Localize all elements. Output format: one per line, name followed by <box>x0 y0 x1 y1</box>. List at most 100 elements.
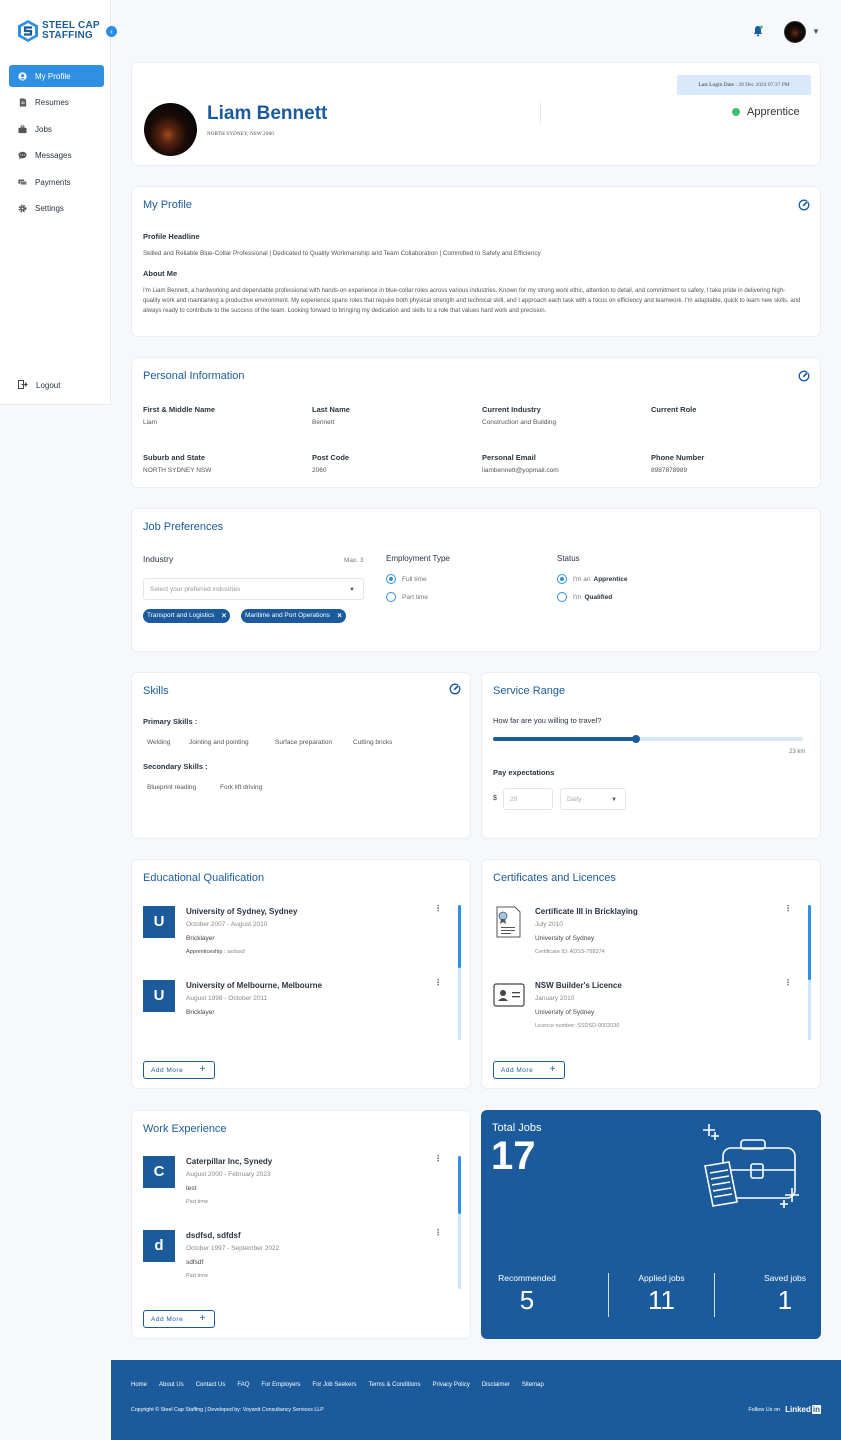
last-login-label: Last Login Date : <box>698 82 737 88</box>
suburb-state-label: Suburb and State <box>143 453 206 462</box>
edit-icon[interactable] <box>449 683 461 695</box>
current-role-label: Current Role <box>651 405 697 414</box>
collapse-sidebar-button[interactable]: ‹ <box>106 26 117 37</box>
company-initial-badge: d <box>143 1230 175 1262</box>
user-avatar-menu[interactable] <box>784 21 806 43</box>
radio-unchecked-icon <box>386 592 396 602</box>
footer-link-about[interactable]: About Us <box>159 1382 184 1388</box>
footer-link-disclaimer[interactable]: Disclaimer <box>482 1382 510 1388</box>
money-icon <box>18 178 27 187</box>
more-options-icon[interactable]: ⋮ <box>784 978 792 987</box>
scrollbar[interactable] <box>458 905 461 1040</box>
current-industry-label: Current Industry <box>482 405 541 414</box>
scrollbar-thumb[interactable] <box>808 905 811 980</box>
footer-link-job-seekers[interactable]: For Job Seekers <box>312 1382 356 1388</box>
add-education-button[interactable]: Add More + <box>143 1061 215 1079</box>
travel-distance-slider[interactable] <box>493 735 803 743</box>
sidebar-item-my-profile[interactable]: My Profile <box>9 65 104 87</box>
sidebar-item-label: Payments <box>35 177 71 187</box>
slider-handle[interactable] <box>631 735 640 743</box>
remove-chip-icon[interactable]: × <box>337 609 342 623</box>
sidebar-item-label: Settings <box>35 204 64 214</box>
scrollbar-thumb[interactable] <box>458 905 461 968</box>
edit-icon[interactable] <box>798 370 810 382</box>
linkedin-wordmark: Linked <box>785 1405 811 1414</box>
logout-label: Logout <box>36 381 61 390</box>
employment-part-time-radio[interactable]: Part time <box>386 592 428 602</box>
work-company: dsdfsd, sdfdsf <box>186 1231 241 1240</box>
brand-logo[interactable]: STEEL CAP STAFFING <box>17 19 100 43</box>
status-qualified-radio[interactable]: I'm Qualified <box>557 592 612 602</box>
travel-distance-label: How far are you willing to travel? <box>493 716 602 725</box>
more-options-icon[interactable]: ⋮ <box>434 1228 442 1237</box>
secondary-skills-label: Secondary Skills : <box>143 762 208 771</box>
phone-number-value: 8987878989 <box>651 467 688 474</box>
recommended-stat[interactable]: Recommended 5 <box>492 1273 562 1316</box>
education-card: Educational Qualification U University o… <box>131 859 471 1089</box>
job-preferences-title: Job Preferences <box>143 521 224 533</box>
logout-button[interactable]: Logout <box>18 380 60 391</box>
sidebar-item-jobs[interactable]: Jobs <box>9 118 104 140</box>
applied-jobs-stat[interactable]: Applied jobs 11 <box>629 1273 694 1316</box>
chevron-down-icon[interactable]: ▼ <box>812 27 820 36</box>
sidebar-item-messages[interactable]: Messages <box>9 145 104 167</box>
industry-label: Industry <box>143 554 174 564</box>
sidebar-item-settings[interactable]: Settings <box>9 198 104 220</box>
footer-link-home[interactable]: Home <box>131 1382 147 1388</box>
logout-icon <box>18 380 28 391</box>
linkedin-badge: in <box>811 1405 821 1414</box>
more-options-icon[interactable]: ⋮ <box>784 904 792 913</box>
sidebar: STEEL CAP STAFFING ‹ My Profile Resumes … <box>0 0 117 405</box>
add-work-experience-button[interactable]: Add More + <box>143 1310 215 1328</box>
sidebar-item-resumes[interactable]: Resumes <box>9 92 104 114</box>
scrollbar[interactable] <box>458 1156 461 1289</box>
travel-distance-value: 23 km <box>789 749 806 755</box>
sidebar-item-payments[interactable]: Payments <box>9 171 104 193</box>
work-type: Part time <box>186 1273 209 1279</box>
follow-us-label: Follow Us on <box>748 1406 781 1413</box>
current-industry-value: Construction and Building <box>482 419 557 426</box>
post-code-label: Post Code <box>312 453 350 462</box>
add-more-label: Add More <box>151 1067 184 1074</box>
certificate-icon <box>496 906 521 938</box>
radio-label-prefix: I'm <box>573 593 582 601</box>
more-options-icon[interactable]: ⋮ <box>434 904 442 913</box>
notification-bell-icon[interactable] <box>752 25 764 37</box>
saved-jobs-count: 1 <box>777 1285 793 1315</box>
scrollbar[interactable] <box>808 905 811 1040</box>
work-role: test <box>186 1185 197 1192</box>
footer-link-sitemap[interactable]: Sitemap <box>522 1382 544 1388</box>
footer-link-employers[interactable]: For Employers <box>261 1382 300 1388</box>
education-extra-value: asdasd <box>226 949 245 955</box>
personal-email-value: liambennett@yopmail.com <box>482 467 559 474</box>
remove-chip-icon[interactable]: × <box>222 609 227 623</box>
more-options-icon[interactable]: ⋮ <box>434 978 442 987</box>
service-range-card: Service Range How far are you willing to… <box>481 672 821 839</box>
pay-amount-value: 20 <box>510 796 518 803</box>
footer-link-privacy[interactable]: Privacy Policy <box>432 1382 469 1388</box>
saved-jobs-stat[interactable]: Saved jobs 1 <box>756 1273 814 1316</box>
last-login-badge: Last Login Date : 28 Dec 2024 07:37 PM <box>677 75 811 95</box>
employment-full-time-radio[interactable]: Full time <box>386 574 427 584</box>
add-more-label: Add More <box>501 1067 534 1074</box>
pay-period-select[interactable]: Daily ▼ <box>560 788 626 810</box>
footer-link-faq[interactable]: FAQ <box>237 1382 249 1388</box>
work-experience-card: Work Experience C Caterpillar Inc, Syned… <box>131 1110 471 1339</box>
industry-max-hint: Max. 3 <box>344 557 364 564</box>
more-options-icon[interactable]: ⋮ <box>434 1154 442 1163</box>
personal-info-title: Personal Information <box>143 370 245 382</box>
certificates-card: Certificates and Licences Certificate II… <box>481 859 821 1089</box>
profile-avatar[interactable] <box>144 103 197 156</box>
pay-amount-input[interactable]: 20 <box>503 788 553 810</box>
linkedin-icon[interactable]: Linked in <box>785 1405 821 1414</box>
edit-icon[interactable] <box>798 199 810 211</box>
footer-link-terms[interactable]: Terms & Conditions <box>368 1382 420 1388</box>
footer-link-contact[interactable]: Contact Us <box>196 1382 226 1388</box>
scrollbar-thumb[interactable] <box>458 1156 461 1214</box>
status-apprentice-radio[interactable]: I'm an Apprentice <box>557 574 627 584</box>
profile-location: NORTH SYDNEY, NSW 2060 <box>207 132 274 137</box>
add-certificate-button[interactable]: Add More + <box>493 1061 565 1079</box>
first-middle-name-label: First & Middle Name <box>143 405 216 414</box>
radio-unchecked-icon <box>557 592 567 602</box>
industry-select[interactable]: Select your preferred industries ▼ <box>143 578 364 600</box>
